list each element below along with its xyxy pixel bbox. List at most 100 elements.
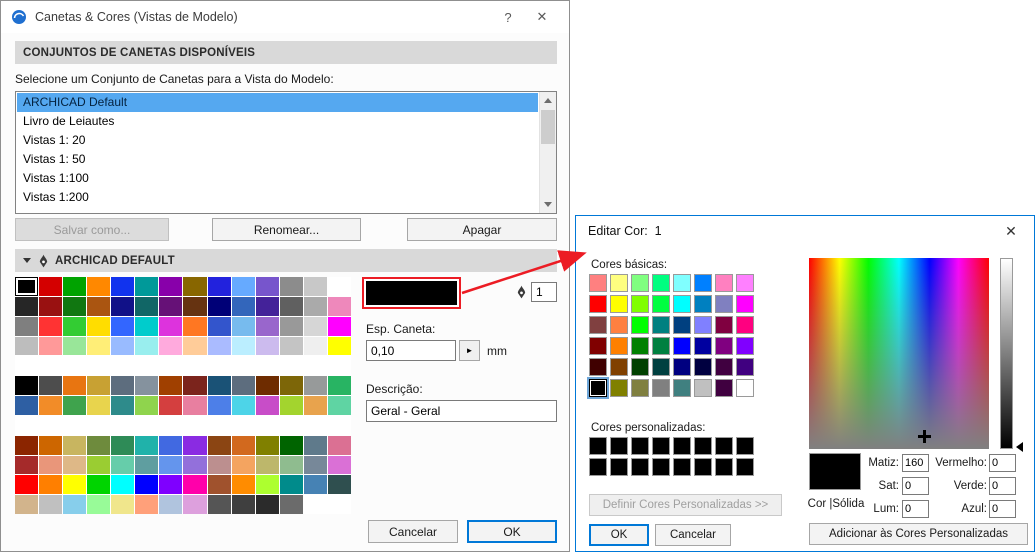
pen-number-field[interactable] (531, 282, 557, 302)
custom-color-swatch[interactable] (631, 458, 649, 476)
pen-color-swatch[interactable] (135, 396, 159, 415)
basic-color-swatch[interactable] (736, 358, 754, 376)
basic-color-swatch[interactable] (589, 316, 607, 334)
basic-color-swatch[interactable] (715, 316, 733, 334)
basic-color-swatch[interactable] (652, 316, 670, 334)
pen-color-swatch[interactable] (15, 316, 39, 336)
pen-color-swatch[interactable] (135, 376, 159, 395)
basic-color-swatch[interactable] (631, 295, 649, 313)
pen-color-swatch[interactable] (87, 415, 111, 435)
custom-color-swatch[interactable] (589, 458, 607, 476)
pen-color-swatch[interactable] (183, 376, 207, 395)
custom-color-swatch[interactable] (694, 437, 712, 455)
pen-color-swatch[interactable] (111, 277, 135, 296)
basic-color-swatch[interactable] (610, 379, 628, 397)
pen-color-swatch[interactable] (327, 396, 351, 415)
basic-color-swatch[interactable] (610, 274, 628, 292)
pen-color-swatch[interactable] (327, 336, 351, 356)
pen-color-swatch[interactable] (87, 296, 111, 316)
basic-color-swatch[interactable] (631, 358, 649, 376)
pen-color-swatch[interactable] (303, 296, 327, 316)
pen-color-swatch[interactable] (39, 495, 63, 514)
pen-color-swatch[interactable] (327, 435, 351, 455)
pen-color-swatch[interactable] (231, 356, 255, 376)
basic-color-swatch[interactable] (589, 295, 607, 313)
pen-color-swatch[interactable] (15, 296, 39, 316)
pen-color-swatch[interactable] (111, 376, 135, 395)
pen-color-swatch[interactable] (327, 455, 351, 475)
help-button[interactable]: ? (491, 10, 525, 25)
basic-color-swatch[interactable] (736, 316, 754, 334)
pen-color-swatch[interactable] (159, 396, 183, 415)
pen-color-swatch[interactable] (135, 356, 159, 376)
pen-color-swatch[interactable] (231, 455, 255, 475)
pen-color-swatch[interactable] (135, 336, 159, 356)
save-as-button[interactable]: Salvar como... (15, 218, 169, 241)
edit-color-titlebar[interactable]: Editar Cor: 1 ✕ (576, 216, 1034, 246)
basic-color-swatch[interactable] (694, 337, 712, 355)
pen-color-swatch[interactable] (183, 356, 207, 376)
pen-color-swatch[interactable] (207, 475, 231, 495)
pen-color-swatch[interactable] (87, 455, 111, 475)
scroll-up-icon[interactable] (540, 92, 556, 109)
pen-color-swatch[interactable] (63, 415, 87, 435)
pen-color-swatch[interactable] (207, 336, 231, 356)
pen-color-swatch[interactable] (255, 316, 279, 336)
pen-color-swatch[interactable] (87, 316, 111, 336)
pen-color-swatch[interactable] (231, 435, 255, 455)
pen-color-swatch[interactable] (15, 376, 39, 395)
color-ok-button[interactable]: OK (589, 524, 649, 546)
pen-color-swatch[interactable] (15, 495, 39, 514)
pen-color-swatch[interactable] (135, 475, 159, 495)
pen-color-swatch[interactable] (303, 396, 327, 415)
basic-color-swatch[interactable] (694, 316, 712, 334)
pen-color-swatch[interactable] (255, 495, 279, 514)
basic-color-swatch[interactable] (610, 295, 628, 313)
pen-color-swatch[interactable] (135, 296, 159, 316)
pen-color-swatch[interactable] (183, 296, 207, 316)
pen-color-swatch[interactable] (159, 415, 183, 435)
custom-color-swatch[interactable] (610, 458, 628, 476)
custom-color-swatch[interactable] (673, 458, 691, 476)
basic-color-swatch[interactable] (673, 358, 691, 376)
basic-color-swatch[interactable] (694, 379, 712, 397)
edit-color-close-button[interactable]: ✕ (1000, 223, 1022, 240)
basic-color-swatch[interactable] (715, 337, 733, 355)
pen-color-swatch[interactable] (303, 376, 327, 395)
pen-color-swatch[interactable] (255, 396, 279, 415)
pen-color-swatch[interactable] (279, 435, 303, 455)
pen-color-swatch[interactable] (231, 277, 255, 296)
pen-color-swatch[interactable] (111, 435, 135, 455)
pen-set-item[interactable]: Vistas 1: 20 (17, 131, 538, 150)
pen-color-swatch[interactable] (111, 415, 135, 435)
pen-color-swatch[interactable] (279, 376, 303, 395)
color-field-crosshair[interactable] (918, 430, 931, 443)
delete-button[interactable]: Apagar (407, 218, 557, 241)
pen-color-swatch[interactable] (63, 495, 87, 514)
pen-width-flyout-button[interactable]: ► (459, 340, 480, 361)
pen-width-field[interactable] (366, 340, 456, 361)
custom-color-swatch[interactable] (715, 458, 733, 476)
pen-color-swatch[interactable] (207, 415, 231, 435)
pen-color-swatch[interactable] (183, 475, 207, 495)
pen-color-swatch[interactable] (279, 316, 303, 336)
pen-color-swatch[interactable] (135, 435, 159, 455)
basic-color-swatch[interactable] (652, 295, 670, 313)
pen-color-swatch[interactable] (63, 376, 87, 395)
custom-color-swatch[interactable] (673, 437, 691, 455)
red-input[interactable] (989, 454, 1016, 472)
basic-color-swatch[interactable] (589, 337, 607, 355)
pen-color-swatch[interactable] (183, 455, 207, 475)
custom-color-swatch[interactable] (736, 458, 754, 476)
pen-color-swatch[interactable] (327, 296, 351, 316)
custom-color-swatch[interactable] (694, 458, 712, 476)
pen-set-item[interactable]: Vistas 1:200 (17, 188, 538, 207)
pen-color-swatch[interactable] (207, 277, 231, 296)
pen-color-swatch[interactable] (15, 336, 39, 356)
hue-saturation-field[interactable] (809, 258, 989, 449)
pen-set-item[interactable]: Livro de Leiautes (17, 112, 538, 131)
description-field[interactable] (366, 400, 557, 422)
basic-color-swatch[interactable] (631, 316, 649, 334)
pen-color-swatch[interactable] (63, 277, 87, 296)
pen-color-swatch[interactable] (327, 316, 351, 336)
